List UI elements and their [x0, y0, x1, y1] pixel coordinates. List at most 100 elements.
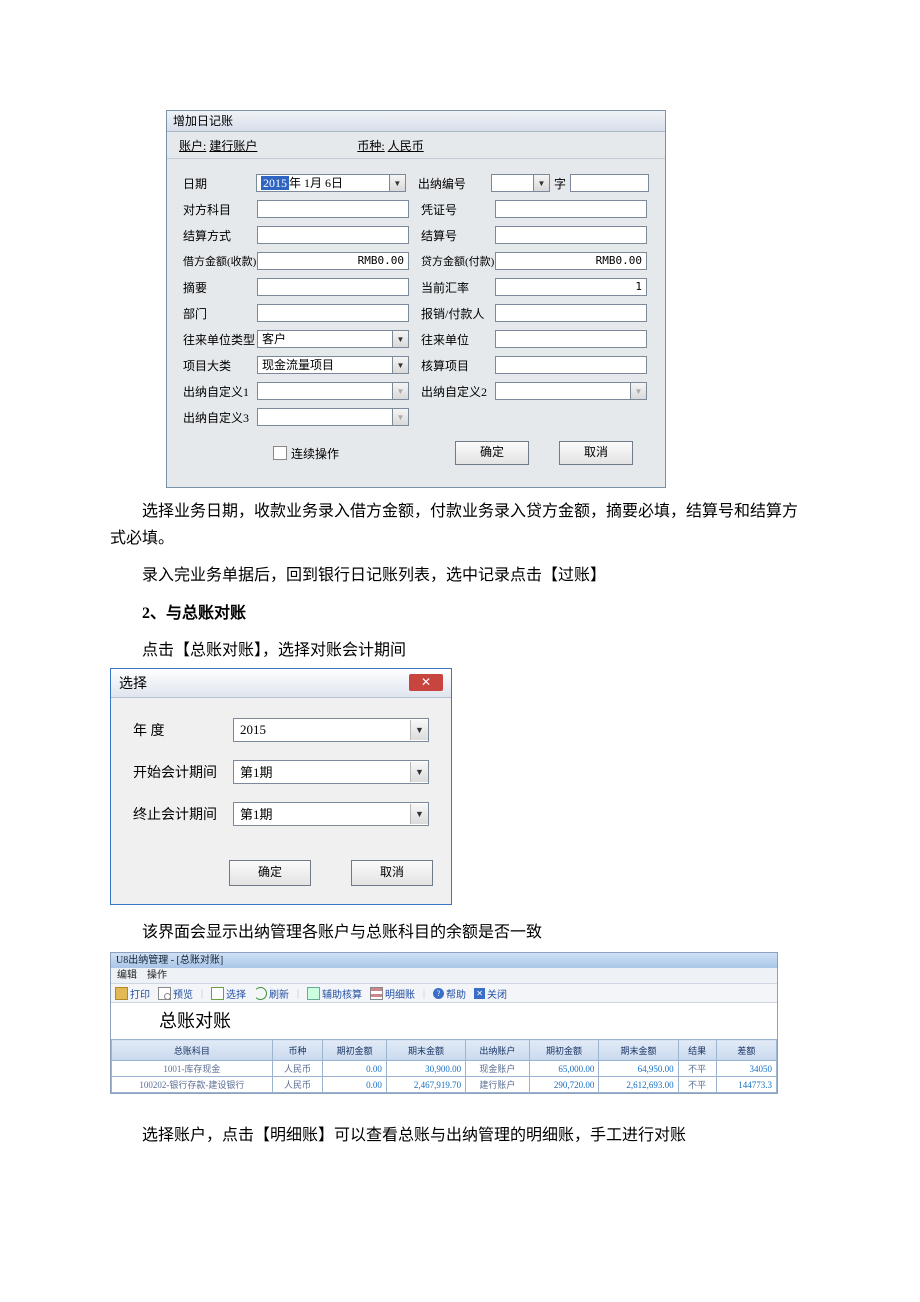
cell: 人民币 [272, 1061, 323, 1077]
cell: 1001-库存现金 [112, 1061, 273, 1077]
tool-print[interactable]: 打印 [115, 986, 150, 1001]
cashier-no-suffix: 字 [554, 175, 566, 192]
proj-cat-select[interactable]: 现金流量项目 ▼ [257, 356, 409, 374]
cell: 144773.3 [716, 1077, 776, 1093]
rate-input[interactable]: 1 [495, 278, 647, 296]
cell: 现金账户 [466, 1061, 529, 1077]
settle-method-input[interactable] [257, 226, 409, 244]
dept-label: 部门 [183, 305, 257, 322]
cell: 不平 [678, 1061, 716, 1077]
cust1-label: 出纳自定义1 [183, 383, 257, 400]
cust3-select: ▼ [257, 408, 409, 426]
continuous-checkbox[interactable] [273, 446, 287, 460]
continuous-label: 连续操作 [291, 445, 339, 462]
cell: 2,467,919.70 [386, 1077, 465, 1093]
add-journal-dialog: 增加日记账 账户: 建行账户 币种: 人民币 日期 2015年 1月 6日 ▼ [166, 110, 666, 488]
date-select[interactable]: 2015年 1月 6日 ▼ [256, 174, 406, 192]
cust2-label: 出纳自定义2 [421, 383, 495, 400]
chevron-down-icon[interactable]: ▼ [410, 804, 428, 824]
cell: 人民币 [272, 1077, 323, 1093]
dialog-title-bar: 选择 ✕ [111, 669, 451, 698]
chevron-down-icon[interactable]: ▼ [410, 720, 428, 740]
cust1-select: ▼ [257, 382, 409, 400]
column-header[interactable]: 期末金额 [599, 1040, 678, 1061]
reconciliation-window: U8出纳管理 - [总账对账] 编辑 操作 打印 预览 | 选择 刷新 | 辅助… [110, 952, 778, 1094]
column-header[interactable]: 差额 [716, 1040, 776, 1061]
menubar[interactable]: 编辑 操作 [111, 968, 777, 984]
table-row[interactable]: 100202-银行存款-建设银行人民币0.002,467,919.70建行账户2… [112, 1077, 777, 1093]
chevron-down-icon[interactable]: ▼ [389, 175, 405, 191]
summary-input[interactable] [257, 278, 409, 296]
chevron-down-icon[interactable]: ▼ [392, 331, 408, 347]
dept-input[interactable] [257, 304, 409, 322]
tool-help[interactable]: ?帮助 [433, 986, 466, 1001]
chevron-down-icon[interactable]: ▼ [392, 357, 408, 373]
cashier-prefix-select[interactable]: ▼ [491, 174, 550, 192]
cell: 0.00 [323, 1077, 386, 1093]
ok-button[interactable]: 确定 [229, 860, 311, 886]
tool-preview[interactable]: 预览 [158, 986, 193, 1001]
close-icon[interactable]: ✕ [409, 674, 443, 691]
cell: 290,720.00 [529, 1077, 599, 1093]
cancel-button[interactable]: 取消 [351, 860, 433, 886]
menu-op[interactable]: 操作 [147, 970, 167, 981]
tool-detail[interactable]: 明细账 [370, 986, 415, 1001]
debit-input[interactable]: RMB0.00 [257, 252, 409, 270]
chevron-down-icon[interactable]: ▼ [533, 175, 549, 191]
unit-type-select[interactable]: 客户 ▼ [257, 330, 409, 348]
credit-input[interactable]: RMB0.00 [495, 252, 647, 270]
voucher-no-input[interactable] [495, 200, 647, 218]
unit-type-label: 往来单位类型 [183, 331, 257, 348]
cell: 30,900.00 [386, 1061, 465, 1077]
cell: 65,000.00 [529, 1061, 599, 1077]
menu-edit[interactable]: 编辑 [117, 970, 137, 981]
chevron-down-icon[interactable]: ▼ [410, 762, 428, 782]
opp-subject-input[interactable] [257, 200, 409, 218]
unit-input[interactable] [495, 330, 647, 348]
column-header[interactable]: 结果 [678, 1040, 716, 1061]
settle-no-input[interactable] [495, 226, 647, 244]
paragraph: 录入完业务单据后，回到银行日记账列表，选中记录点击【过账】 [110, 562, 810, 589]
ok-button[interactable]: 确定 [455, 441, 529, 465]
date-label: 日期 [183, 175, 256, 192]
voucher-no-label: 凭证号 [421, 201, 495, 218]
heading: 2、与总账对账 [110, 600, 810, 627]
cell: 100202-银行存款-建设银行 [112, 1077, 273, 1093]
payee-input[interactable] [495, 304, 647, 322]
cust2-select: ▼ [495, 382, 647, 400]
proj-label: 核算项目 [421, 357, 495, 374]
tool-close[interactable]: ✕关闭 [474, 986, 507, 1001]
payee-label: 报销/付款人 [421, 305, 495, 322]
cell: 建行账户 [466, 1077, 529, 1093]
table-row[interactable]: 1001-库存现金人民币0.0030,900.00现金账户65,000.0064… [112, 1061, 777, 1077]
end-period-select[interactable]: 第1期 ▼ [233, 802, 429, 826]
chevron-down-icon: ▼ [630, 383, 646, 399]
tool-aux[interactable]: 辅助核算 [307, 986, 362, 1001]
credit-label: 贷方金额(付款) [421, 253, 495, 269]
cashier-no-input[interactable] [570, 174, 649, 192]
year-label: 年 度 [133, 720, 233, 740]
column-header[interactable]: 出纳账户 [466, 1040, 529, 1061]
cust3-label: 出纳自定义3 [183, 409, 257, 426]
chevron-down-icon: ▼ [392, 383, 408, 399]
column-header[interactable]: 总账科目 [112, 1040, 273, 1061]
column-header[interactable]: 期初金额 [323, 1040, 386, 1061]
paragraph: 该界面会显示出纳管理各账户与总账科目的余额是否一致 [110, 919, 810, 946]
cell: 不平 [678, 1077, 716, 1093]
paragraph: 选择业务日期，收款业务录入借方金额，付款业务录入贷方金额，摘要必填，结算号和结算… [110, 498, 810, 552]
end-period-label: 终止会计期间 [133, 804, 233, 824]
column-header[interactable]: 币种 [272, 1040, 323, 1061]
tool-refresh[interactable]: 刷新 [254, 986, 289, 1001]
start-period-select[interactable]: 第1期 ▼ [233, 760, 429, 784]
year-select[interactable]: 2015 ▼ [233, 718, 429, 742]
column-header[interactable]: 期末金额 [386, 1040, 465, 1061]
cell: 2,612,693.00 [599, 1077, 678, 1093]
toolbar: 打印 预览 | 选择 刷新 | 辅助核算 明细账 | ?帮助 ✕关闭 [111, 984, 777, 1003]
proj-input[interactable] [495, 356, 647, 374]
start-period-label: 开始会计期间 [133, 762, 233, 782]
cancel-button[interactable]: 取消 [559, 441, 633, 465]
paragraph: 选择账户，点击【明细账】可以查看总账与出纳管理的明细账，手工进行对账 [110, 1122, 810, 1149]
tool-select[interactable]: 选择 [211, 986, 246, 1001]
column-header[interactable]: 期初金额 [529, 1040, 599, 1061]
dialog-title: 增加日记账 [167, 111, 665, 132]
